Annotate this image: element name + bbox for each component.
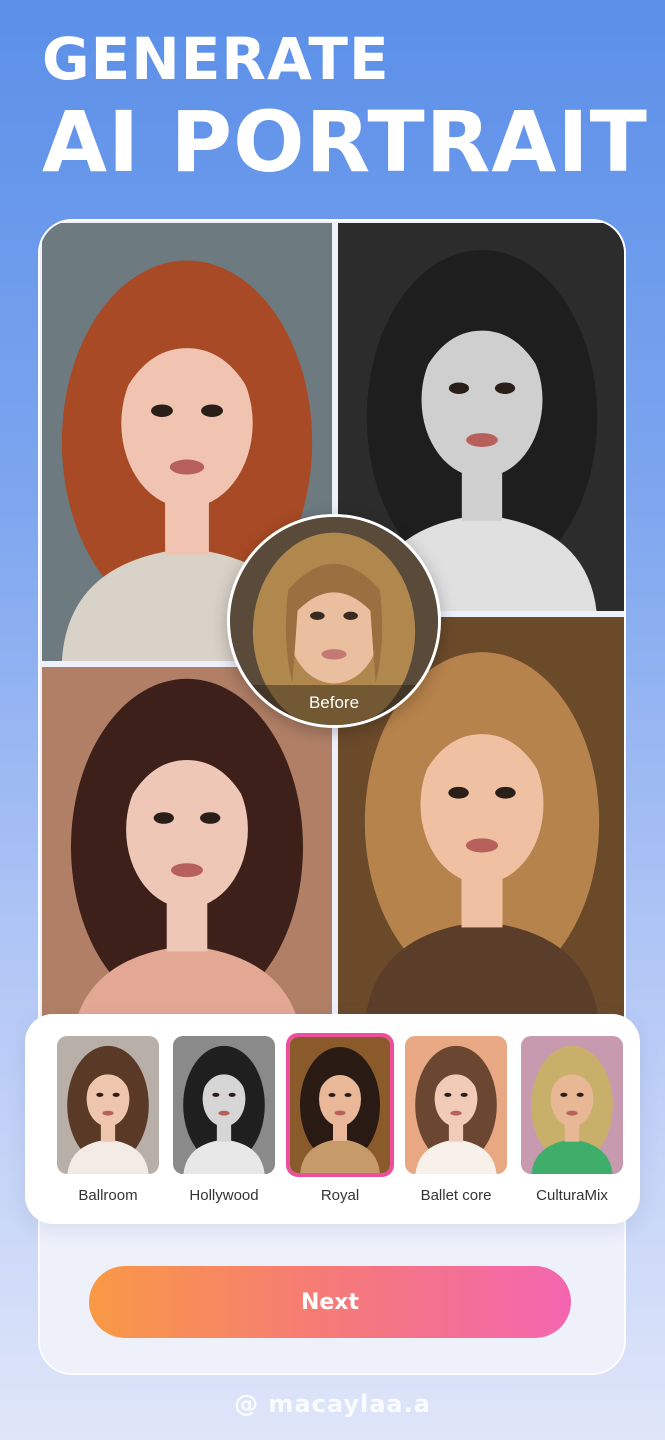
style-thumbnail — [173, 1036, 275, 1174]
title-line-generate: GENERATE — [42, 25, 390, 93]
page-title: GENERATE AI PORTRAIT — [42, 30, 648, 184]
style-selector: Ballroom Hollywood Royal Ballet core Cul… — [25, 1014, 640, 1224]
style-thumbnail — [57, 1036, 159, 1174]
next-button[interactable]: Next — [89, 1266, 571, 1338]
style-thumbnail — [521, 1036, 623, 1174]
before-photo-circle: Before — [227, 514, 441, 728]
style-option-royal[interactable]: Royal — [286, 1033, 394, 1204]
style-thumbnail — [405, 1036, 507, 1174]
before-label: Before — [230, 685, 438, 725]
style-thumbnail — [286, 1033, 394, 1177]
style-option-culturamix[interactable]: CulturaMix — [518, 1036, 626, 1204]
portrait-image — [57, 1036, 159, 1174]
style-option-ballet-core[interactable]: Ballet core — [402, 1036, 510, 1204]
style-label: Hollywood — [189, 1187, 259, 1204]
style-label: Ballroom — [78, 1187, 138, 1204]
title-line-ai-portrait: AI PORTRAIT — [42, 93, 648, 191]
watermark-handle: @ macaylaa.a — [234, 1390, 431, 1418]
style-label: Royal — [320, 1187, 360, 1204]
portrait-image — [173, 1036, 275, 1174]
style-label: Ballet core — [420, 1187, 492, 1204]
portrait-image — [405, 1036, 507, 1174]
style-option-hollywood[interactable]: Hollywood — [170, 1036, 278, 1204]
style-option-ballroom[interactable]: Ballroom — [54, 1036, 162, 1204]
portrait-image — [290, 1037, 390, 1173]
portrait-image — [521, 1036, 623, 1174]
style-label: CulturaMix — [536, 1187, 608, 1204]
